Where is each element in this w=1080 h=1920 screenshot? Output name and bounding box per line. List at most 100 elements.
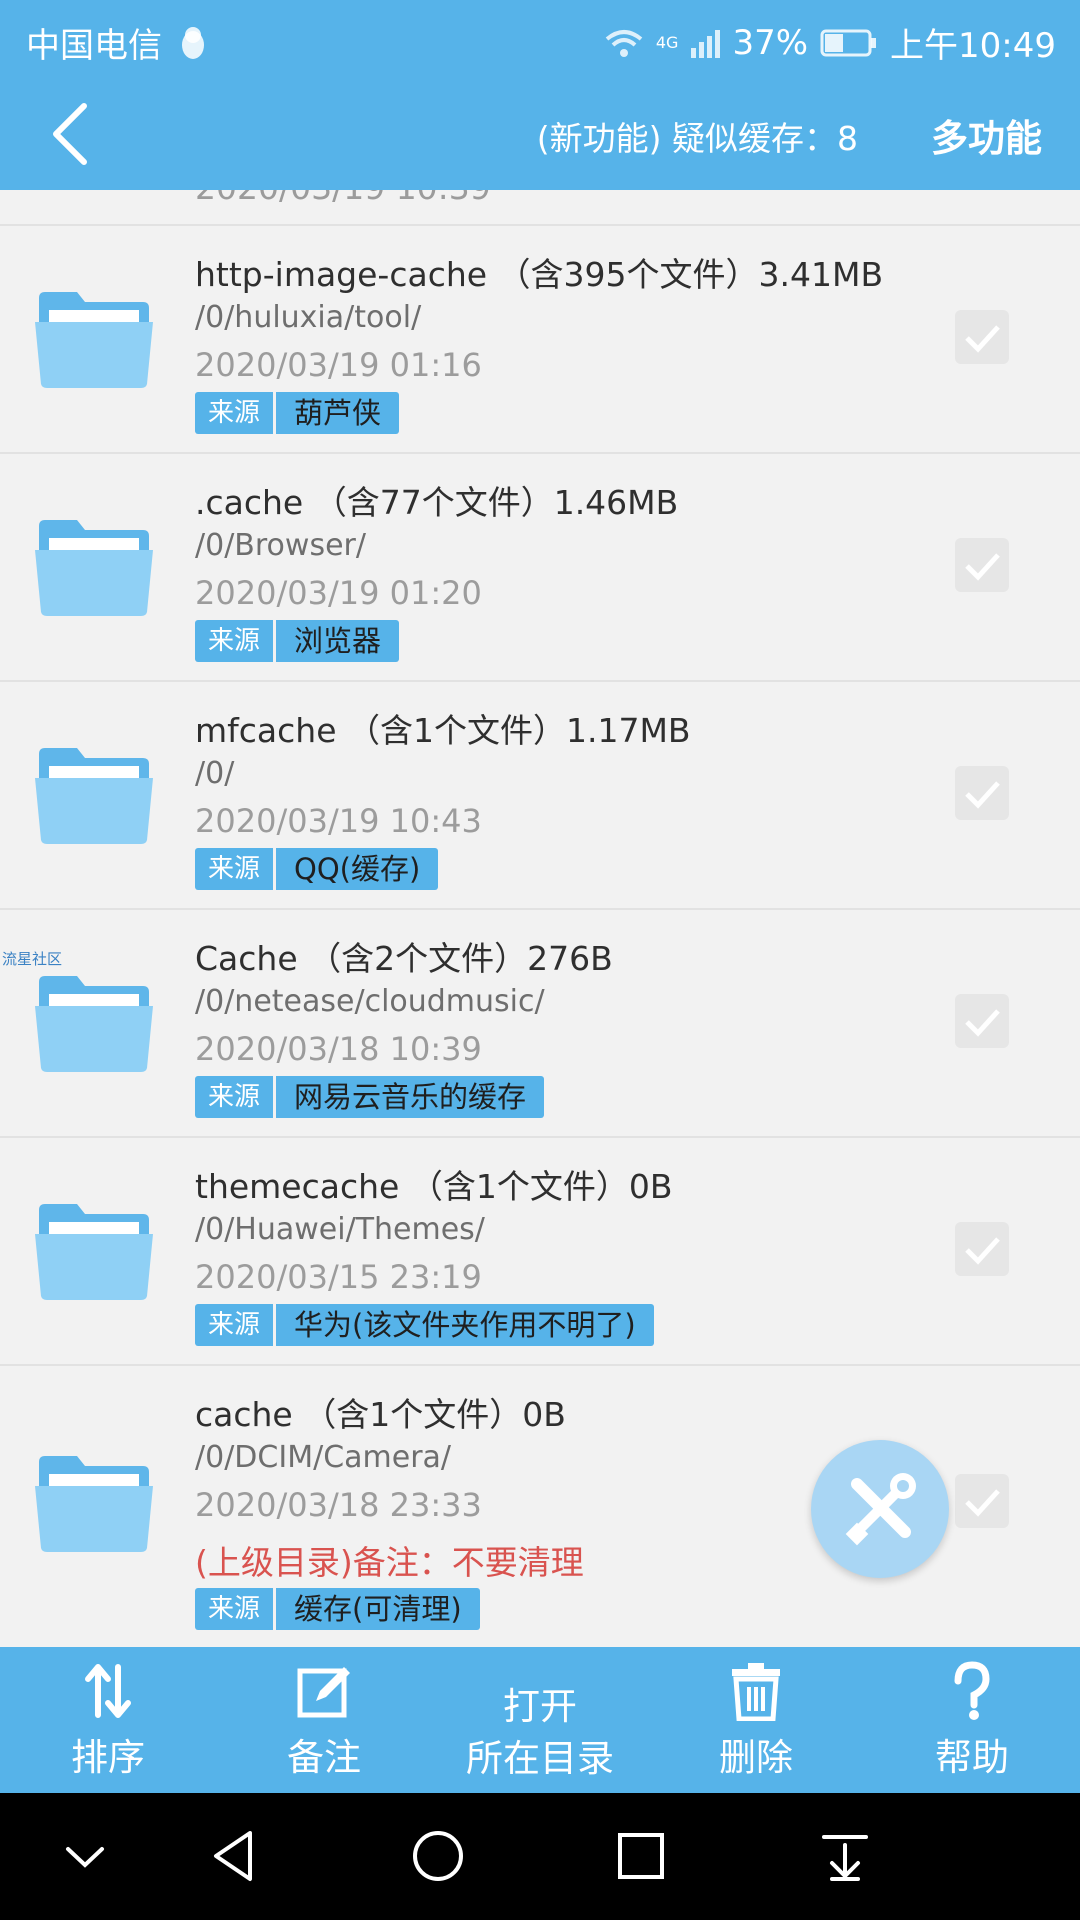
select-checkbox[interactable] xyxy=(955,766,1009,820)
nav-home-icon[interactable] xyxy=(403,1823,473,1889)
partial-item-date: 2020/03/19 10:39 xyxy=(195,190,491,207)
folder-title: cache （含1个文件）0B xyxy=(195,1395,566,1434)
checkmark-icon xyxy=(965,1237,1000,1265)
select-checkbox[interactable] xyxy=(955,310,1009,364)
folder-date: 2020/03/15 23:19 xyxy=(195,1258,482,1296)
folder-date: 2020/03/18 10:39 xyxy=(195,1030,482,1068)
carrier-group: 中国电信 xyxy=(26,18,209,67)
back-button[interactable] xyxy=(40,98,110,170)
trash-icon xyxy=(732,1663,780,1721)
folder-path: /0/huluxia/tool/ xyxy=(195,300,422,335)
checkmark-icon xyxy=(965,1489,1000,1517)
list-item[interactable]: .cache （含77个文件）1.46MB /0/Browser/ 2020/0… xyxy=(0,452,1080,680)
sort-label: 排序 xyxy=(71,1736,145,1779)
folder-path: /0/DCIM/Camera/ xyxy=(195,1440,452,1475)
source-value: 浏览器 xyxy=(276,620,400,662)
sort-button[interactable]: 排序 xyxy=(0,1647,216,1793)
source-tag: 来源 葫芦侠 xyxy=(195,392,400,434)
folder-date: 2020/03/19 01:16 xyxy=(195,346,482,384)
source-tag: 来源 缓存(可清理) xyxy=(195,1588,480,1630)
bottom-toolbar: 排序 备注 打开 所在目录 删除 帮助 xyxy=(0,1647,1080,1793)
edit-note-icon xyxy=(297,1667,350,1718)
source-value: QQ(缓存) xyxy=(276,848,439,890)
nav-back-icon[interactable] xyxy=(200,1823,270,1889)
delete-button[interactable]: 删除 xyxy=(648,1647,864,1793)
wrench-screwdriver-icon xyxy=(845,1473,916,1546)
delete-label: 删除 xyxy=(719,1736,793,1779)
folder-date: 2020/03/19 01:20 xyxy=(195,574,482,612)
list-item[interactable]: 流星社区 Cache （含2个文件）276B /0/netease/cloudm… xyxy=(0,908,1080,1136)
chevron-down-icon[interactable] xyxy=(50,1823,120,1889)
source-label: 来源 xyxy=(195,620,274,662)
folder-icon xyxy=(35,1204,153,1300)
source-label: 来源 xyxy=(195,1076,274,1118)
multi-function-button[interactable]: 多功能 xyxy=(931,108,1042,162)
folder-date: 2020/03/19 10:43 xyxy=(195,802,482,840)
suspected-cache-count: (新功能) 疑似缓存：8 xyxy=(536,119,858,158)
folder-path: /0/Browser/ xyxy=(195,528,366,563)
help-button[interactable]: 帮助 xyxy=(864,1647,1080,1793)
source-value: 华为(该文件夹作用不明了) xyxy=(276,1304,654,1346)
back-arrow-icon xyxy=(53,103,87,165)
carrier-name: 中国电信 xyxy=(26,26,162,66)
folder-title: .cache （含77个文件）1.46MB xyxy=(195,483,679,522)
folder-path: /0/ xyxy=(195,756,235,791)
open-directory-button[interactable]: 打开 所在目录 xyxy=(432,1647,648,1793)
source-value: 缓存(可清理) xyxy=(276,1588,480,1630)
list-item[interactable]: themecache （含1个文件）0B /0/Huawei/Themes/ 2… xyxy=(0,1136,1080,1364)
folder-title: http-image-cache （含395个文件）3.41MB xyxy=(195,255,884,294)
select-checkbox[interactable] xyxy=(955,1222,1009,1276)
source-label: 来源 xyxy=(195,1588,274,1630)
checkmark-icon xyxy=(965,781,1000,809)
select-checkbox[interactable] xyxy=(955,994,1009,1048)
question-mark-icon xyxy=(954,1661,990,1720)
source-value: 网易云音乐的缓存 xyxy=(276,1076,545,1118)
help-label: 帮助 xyxy=(935,1736,1009,1779)
source-label: 来源 xyxy=(195,1304,274,1346)
source-tag: 来源 QQ(缓存) xyxy=(195,848,439,890)
checkmark-icon xyxy=(965,1009,1000,1037)
tools-fab[interactable] xyxy=(811,1440,949,1578)
nav-recents-icon[interactable] xyxy=(606,1823,676,1889)
checkmark-icon xyxy=(965,553,1000,581)
folder-icon xyxy=(35,292,153,388)
battery-icon xyxy=(820,29,877,56)
folder-note: (上级目录)备注：不要清理 xyxy=(195,1543,584,1582)
system-nav-bar xyxy=(0,1793,1080,1920)
folder-path: /0/Huawei/Themes/ xyxy=(195,1212,485,1247)
checkmark-icon xyxy=(965,325,1000,353)
source-tag: 来源 网易云音乐的缓存 xyxy=(195,1076,545,1118)
open-label-line2: 所在目录 xyxy=(466,1737,614,1780)
folder-icon xyxy=(35,976,153,1072)
sort-icon xyxy=(85,1664,131,1718)
source-label: 来源 xyxy=(195,848,274,890)
select-checkbox[interactable] xyxy=(955,538,1009,592)
note-label: 备注 xyxy=(287,1736,361,1779)
select-checkbox[interactable] xyxy=(955,1474,1009,1528)
network-type: 4G xyxy=(655,33,679,52)
folder-date: 2020/03/18 23:33 xyxy=(195,1486,482,1524)
list-item[interactable]: mfcache （含1个文件）1.17MB /0/ 2020/03/19 10:… xyxy=(0,680,1080,908)
status-icons: 4G 37% 上午10:49 xyxy=(604,18,1056,67)
folder-path: /0/netease/cloudmusic/ xyxy=(195,984,545,1019)
source-tag: 来源 浏览器 xyxy=(195,620,400,662)
status-bar: 中国电信 4G 37% 上午10:49 xyxy=(0,0,1080,78)
folder-icon xyxy=(35,748,153,844)
signal-icon xyxy=(691,29,721,58)
folder-title: themecache （含1个文件）0B xyxy=(195,1167,673,1206)
wifi-icon xyxy=(605,29,643,57)
battery-percent: 37% xyxy=(732,22,809,63)
source-label: 来源 xyxy=(195,392,274,434)
folder-title: mfcache （含1个文件）1.17MB xyxy=(195,711,691,750)
open-label-line1: 打开 xyxy=(503,1685,577,1728)
clock: 上午10:49 xyxy=(890,26,1056,66)
note-button[interactable]: 备注 xyxy=(216,1647,432,1793)
cache-folder-list[interactable]: 2020/03/19 10:39 http-image-cache （含395个… xyxy=(0,190,1080,1647)
list-item[interactable]: http-image-cache （含395个文件）3.41MB /0/hulu… xyxy=(0,224,1080,452)
notification-pulldown-icon[interactable] xyxy=(810,1823,880,1889)
folder-title: Cache （含2个文件）276B xyxy=(195,939,613,978)
open-directory-label: 打开 所在目录 xyxy=(432,1681,648,1785)
app-header: (新功能) 疑似缓存：8 多功能 xyxy=(0,78,1080,190)
folder-icon xyxy=(35,520,153,616)
qq-penguin-icon xyxy=(181,27,204,59)
